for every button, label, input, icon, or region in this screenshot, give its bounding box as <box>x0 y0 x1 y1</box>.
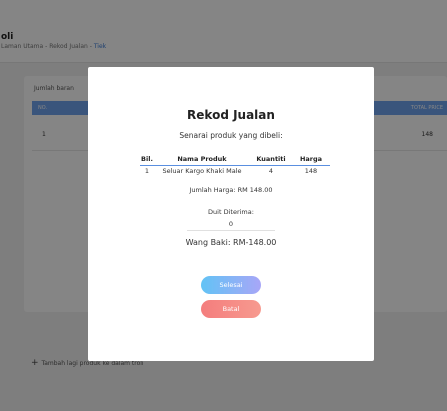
purchased-products-table: Bil. Nama Produk Kuantiti Harga 1 Seluar… <box>140 155 330 175</box>
column-header-nama-produk: Nama Produk <box>154 155 250 166</box>
modal-subtitle: Senarai produk yang dibeli: <box>179 131 283 140</box>
product-quantity: 4 <box>268 167 274 175</box>
finish-button[interactable]: Selesai <box>201 276 261 294</box>
column-header-kuantiti: Kuantiti <box>250 155 292 166</box>
table-row: 1 Seluar Kargo Khaki Male 4 148 <box>140 166 330 175</box>
product-name: Seluar Kargo Khaki Male <box>162 167 242 175</box>
sales-record-modal: Rekod Jualan Senarai produk yang dibeli:… <box>88 67 374 361</box>
total-price-text: Jumlah Harga: RM 148.00 <box>189 186 273 194</box>
column-header-harga: Harga <box>292 155 330 166</box>
product-bil: 1 <box>144 167 150 175</box>
cash-received-input[interactable] <box>187 217 275 231</box>
cancel-button[interactable]: Batal <box>201 300 261 318</box>
cash-received-label: Duit Diterima: <box>208 208 254 216</box>
products-table-header: Bil. Nama Produk Kuantiti Harga <box>140 155 330 166</box>
product-price: 148 <box>304 167 318 175</box>
change-amount-text: Wang Baki: RM-148.00 <box>185 238 277 247</box>
modal-title: Rekod Jualan <box>187 108 275 122</box>
column-header-bil: Bil. <box>140 155 154 166</box>
